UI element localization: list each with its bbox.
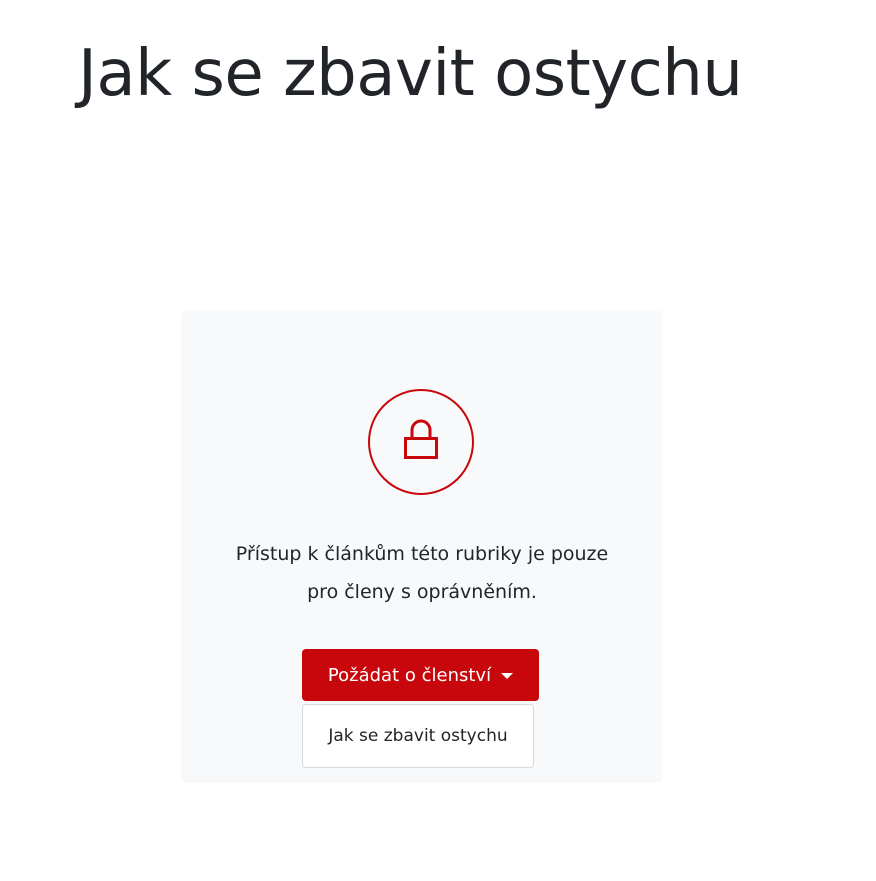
- dropdown-item[interactable]: Jak se zbavit ostychu: [303, 705, 533, 767]
- caret-down-icon: [501, 673, 514, 679]
- lock-icon-circle: [368, 389, 474, 495]
- request-membership-label: Požádat o členství: [327, 664, 492, 686]
- request-membership-button[interactable]: Požádat o členství: [302, 649, 539, 701]
- lock-icon: [404, 419, 438, 459]
- access-restricted-card: Přístup k článkům této rubriky je pouze …: [183, 311, 661, 780]
- access-message: Přístup k článkům této rubriky je pouze …: [235, 543, 609, 603]
- page-title: Jak se zbavit ostychu: [78, 37, 743, 111]
- membership-dropdown-menu: Jak se zbavit ostychu: [302, 704, 534, 768]
